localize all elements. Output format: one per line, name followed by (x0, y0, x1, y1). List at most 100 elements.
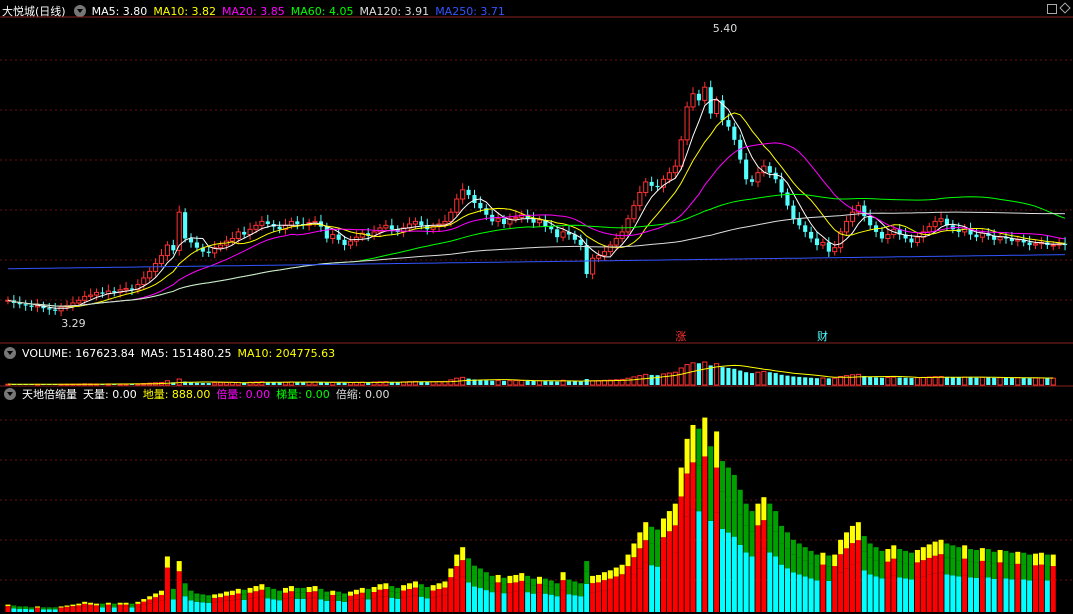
indicator-bar-top (200, 594, 206, 598)
volume-bar (956, 377, 961, 385)
candle-body (843, 220, 850, 233)
indicator-bar-mid (507, 583, 513, 593)
indicator-bar-mid (908, 564, 915, 580)
indicator-bar-top (188, 590, 194, 595)
indicator-bar-mid (702, 456, 708, 506)
indicator-bar-mid (897, 561, 903, 578)
indicator-bar-base (513, 591, 519, 612)
indicator-bar-top (1003, 550, 1009, 564)
indicator-bar-base (997, 577, 1003, 612)
indicator-bar-base (684, 516, 690, 612)
indicator-bar-mid (342, 597, 348, 602)
indicator-bar-top (613, 567, 619, 577)
candle-body (601, 251, 607, 257)
indicator-bar-base (542, 593, 548, 612)
indicator-bar-mid (714, 467, 720, 513)
indicator-bar-mid (247, 592, 253, 599)
indicator-bar-top (938, 539, 944, 555)
indicator-bar-top (507, 575, 513, 584)
indicator-bar-top (808, 550, 814, 564)
indicator-bar-base (418, 596, 424, 612)
indicator-bar-base (229, 600, 235, 612)
volume-bar (572, 381, 577, 385)
volume-bar (826, 378, 831, 385)
indicator-bar-base (861, 570, 867, 612)
indicator-bar-base (944, 574, 950, 612)
volume-bar (649, 374, 654, 385)
indicator-bar-mid (389, 591, 395, 598)
indicator-bar-mid (838, 554, 844, 573)
high-label: 5.40 (713, 22, 738, 35)
indicator-bar-mid (844, 548, 850, 569)
candle-body (684, 106, 690, 141)
indicator-bar-top (737, 489, 743, 515)
candle-body (702, 86, 708, 101)
volume-bar (536, 380, 543, 386)
indicator-bar-top (631, 543, 637, 558)
candle-body (714, 99, 720, 115)
volume-bar (785, 375, 790, 385)
candle-body (649, 181, 654, 186)
indicator-bar-base (1009, 579, 1015, 612)
indicator-bar-base (34, 608, 40, 612)
indicator-bar-base (1050, 580, 1056, 612)
indicator-bar-mid (867, 557, 873, 575)
volume-ma-line (7, 364, 1054, 385)
indicator-bar-top (395, 587, 401, 593)
indicator-bar-top (1038, 552, 1044, 565)
indicator-bar-mid (932, 555, 938, 574)
indicator-bar-top (76, 603, 82, 606)
indicator-bar-mid (460, 560, 466, 577)
candle-body (755, 172, 761, 183)
indicator-bar-top (1044, 554, 1050, 567)
indicator-bar-mid (466, 569, 472, 583)
volume-bar (655, 375, 660, 385)
indicator-bar-mid (241, 594, 247, 600)
indicator-bar-top (678, 467, 684, 497)
indicator-bar-top (590, 575, 596, 584)
indicator-bar-top (182, 583, 188, 590)
indicator-bar-mid (235, 593, 241, 600)
candle-body (242, 231, 247, 235)
indicator-bar-base (23, 608, 29, 612)
indicator-bar-base (920, 576, 926, 612)
indicator-bar-mid (531, 585, 537, 594)
volume-bar (814, 378, 820, 385)
candle-body (678, 139, 684, 167)
indicator-bar-top (826, 555, 832, 567)
volume-bar (678, 367, 684, 386)
volume-bar (926, 376, 932, 386)
candle-body (820, 241, 826, 246)
volume-bar (738, 370, 743, 385)
indicator-bar-top (442, 581, 448, 588)
volume-bar (229, 382, 235, 386)
indicator-bar-mid (637, 548, 643, 569)
indicator-bar-top (968, 549, 974, 562)
volume-bar (543, 381, 548, 385)
indicator-bar-top (471, 565, 478, 575)
candle-body (412, 220, 419, 225)
indicator-bar-base (826, 580, 832, 612)
indicator-bar-base (359, 598, 365, 612)
indicator-bar-base (306, 598, 312, 612)
volume-bar (791, 376, 796, 385)
indicator-bar-top (17, 606, 23, 608)
indicator-bar-base (855, 562, 861, 612)
indicator-bar-top (914, 549, 920, 563)
indicator-bar-top (495, 574, 501, 583)
indicator-bar-base (147, 603, 153, 612)
indicator-bar-base (218, 601, 224, 612)
indicator-bar-base (76, 607, 82, 612)
indicator-bar-top (241, 589, 247, 595)
indicator-bar-top (46, 607, 52, 609)
indicator-bar-mid (176, 571, 182, 584)
volume-bar (347, 382, 354, 386)
indicator-bar-top (548, 580, 554, 587)
candle-body (342, 239, 347, 246)
indicator-bar-mid (773, 531, 779, 557)
volume-bar (549, 381, 554, 385)
indicator-bar-mid (566, 586, 572, 595)
candle-body (76, 299, 82, 304)
indicator-bar-base (170, 599, 176, 612)
indicator-bar-base (247, 598, 253, 612)
